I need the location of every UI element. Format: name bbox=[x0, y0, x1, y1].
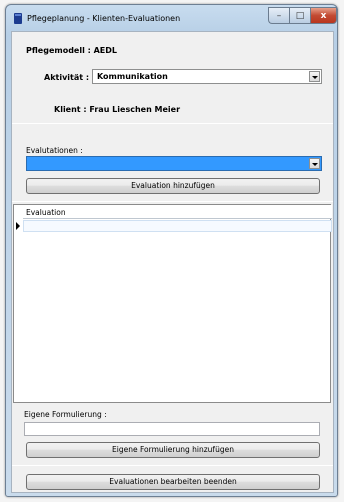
window-title: Pflegeplanung - Klienten-Evaluationen bbox=[27, 14, 181, 23]
pflegemodell-label: Pflegemodell : AEDL bbox=[26, 46, 118, 55]
row-pointer-icon bbox=[14, 220, 23, 232]
chevron-down-icon[interactable] bbox=[309, 71, 320, 82]
minimize-button[interactable]: – bbox=[268, 7, 289, 24]
close-icon: x bbox=[320, 10, 327, 21]
finish-button[interactable]: Evaluationen bearbeiten beenden bbox=[26, 474, 320, 490]
aktivitaet-dropdown[interactable]: Kommunikation bbox=[92, 69, 322, 84]
bottom-panel: Eigene Formulierung : Eigene Formulierun… bbox=[11, 403, 334, 493]
eigene-add-button[interactable]: Eigene Formulierung hinzufügen bbox=[26, 442, 320, 458]
grid-column-header[interactable]: Evaluation bbox=[23, 205, 332, 219]
minimize-icon: – bbox=[276, 10, 282, 21]
maximize-button[interactable]: □ bbox=[289, 7, 310, 24]
title-bar[interactable]: Pflegeplanung - Klienten-Evaluationen – … bbox=[6, 5, 337, 31]
close-button[interactable]: x bbox=[310, 7, 337, 24]
divider bbox=[12, 123, 333, 124]
evaluation-add-button[interactable]: Evaluation hinzufügen bbox=[26, 178, 320, 194]
eigene-formulierung-input[interactable] bbox=[24, 422, 320, 436]
aktivitaet-label: Aktivität : bbox=[44, 73, 90, 82]
table-row[interactable] bbox=[23, 220, 332, 232]
divider bbox=[12, 465, 333, 466]
app-icon bbox=[14, 13, 22, 24]
evaluation-window: Pflegeplanung - Klienten-Evaluationen – … bbox=[5, 4, 338, 497]
evaluation-grid[interactable]: Evaluation bbox=[13, 204, 332, 403]
aktivitaet-value: Kommunikation bbox=[97, 72, 168, 81]
chevron-down-icon[interactable] bbox=[309, 158, 320, 169]
evaluationen-dropdown[interactable] bbox=[26, 156, 322, 171]
klient-label: Klient : Frau Lieschen Meier bbox=[54, 105, 181, 114]
grid-column-header-label: Evaluation bbox=[26, 208, 66, 217]
eigene-label: Eigene Formulierung : bbox=[24, 410, 107, 419]
maximize-icon: □ bbox=[295, 10, 305, 21]
evaluationen-label: Evalutationen : bbox=[26, 146, 83, 155]
divider bbox=[12, 201, 333, 202]
